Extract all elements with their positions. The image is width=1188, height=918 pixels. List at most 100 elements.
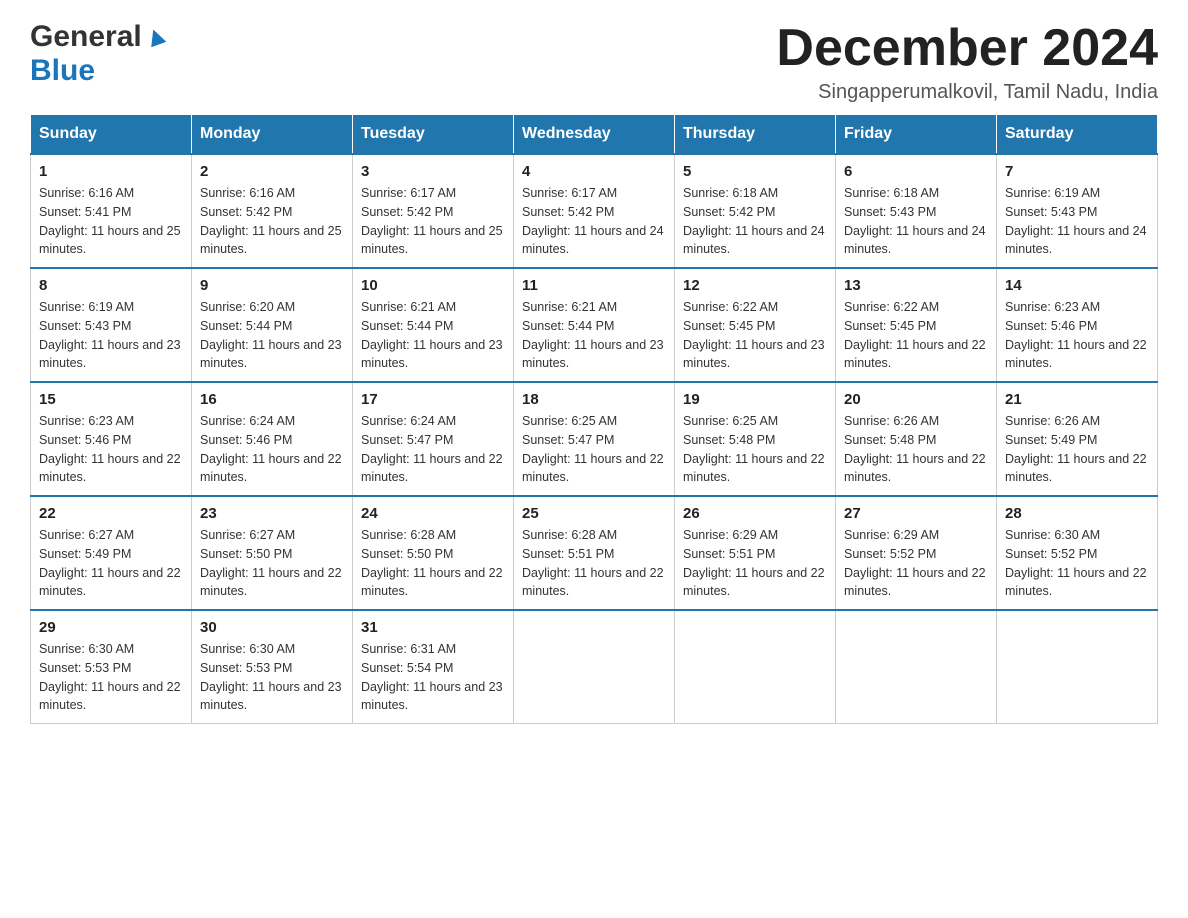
day-info: Sunrise: 6:30 AMSunset: 5:53 PMDaylight:… bbox=[39, 642, 181, 712]
day-number: 16 bbox=[200, 391, 344, 408]
day-cell: 1 Sunrise: 6:16 AMSunset: 5:41 PMDayligh… bbox=[31, 154, 192, 268]
day-number: 8 bbox=[39, 277, 183, 294]
day-cell: 3 Sunrise: 6:17 AMSunset: 5:42 PMDayligh… bbox=[353, 154, 514, 268]
day-cell: 26 Sunrise: 6:29 AMSunset: 5:51 PMDaylig… bbox=[675, 496, 836, 610]
location-subtitle: Singapperumalkovil, Tamil Nadu, India bbox=[776, 81, 1158, 104]
day-number: 22 bbox=[39, 505, 183, 522]
day-number: 19 bbox=[683, 391, 827, 408]
day-cell: 4 Sunrise: 6:17 AMSunset: 5:42 PMDayligh… bbox=[514, 154, 675, 268]
day-info: Sunrise: 6:22 AMSunset: 5:45 PMDaylight:… bbox=[683, 300, 825, 370]
day-number: 1 bbox=[39, 163, 183, 180]
day-info: Sunrise: 6:27 AMSunset: 5:50 PMDaylight:… bbox=[200, 528, 342, 598]
day-number: 21 bbox=[1005, 391, 1149, 408]
day-number: 17 bbox=[361, 391, 505, 408]
day-cell: 24 Sunrise: 6:28 AMSunset: 5:50 PMDaylig… bbox=[353, 496, 514, 610]
day-cell: 25 Sunrise: 6:28 AMSunset: 5:51 PMDaylig… bbox=[514, 496, 675, 610]
day-cell: 18 Sunrise: 6:25 AMSunset: 5:47 PMDaylig… bbox=[514, 382, 675, 496]
week-row-3: 15 Sunrise: 6:23 AMSunset: 5:46 PMDaylig… bbox=[31, 382, 1158, 496]
day-info: Sunrise: 6:23 AMSunset: 5:46 PMDaylight:… bbox=[39, 414, 181, 484]
day-cell bbox=[836, 610, 997, 724]
day-info: Sunrise: 6:30 AMSunset: 5:52 PMDaylight:… bbox=[1005, 528, 1147, 598]
day-cell bbox=[675, 610, 836, 724]
day-number: 31 bbox=[361, 619, 505, 636]
day-cell: 31 Sunrise: 6:31 AMSunset: 5:54 PMDaylig… bbox=[353, 610, 514, 724]
day-info: Sunrise: 6:21 AMSunset: 5:44 PMDaylight:… bbox=[522, 300, 664, 370]
header-sunday: Sunday bbox=[31, 115, 192, 155]
day-cell: 6 Sunrise: 6:18 AMSunset: 5:43 PMDayligh… bbox=[836, 154, 997, 268]
day-cell bbox=[514, 610, 675, 724]
header-wednesday: Wednesday bbox=[514, 115, 675, 155]
title-section: December 2024 Singapperumalkovil, Tamil … bbox=[776, 20, 1158, 104]
day-info: Sunrise: 6:22 AMSunset: 5:45 PMDaylight:… bbox=[844, 300, 986, 370]
day-number: 5 bbox=[683, 163, 827, 180]
day-cell: 27 Sunrise: 6:29 AMSunset: 5:52 PMDaylig… bbox=[836, 496, 997, 610]
day-number: 28 bbox=[1005, 505, 1149, 522]
day-number: 26 bbox=[683, 505, 827, 522]
day-number: 20 bbox=[844, 391, 988, 408]
week-row-5: 29 Sunrise: 6:30 AMSunset: 5:53 PMDaylig… bbox=[31, 610, 1158, 724]
day-info: Sunrise: 6:23 AMSunset: 5:46 PMDaylight:… bbox=[1005, 300, 1147, 370]
week-row-2: 8 Sunrise: 6:19 AMSunset: 5:43 PMDayligh… bbox=[31, 268, 1158, 382]
header-friday: Friday bbox=[836, 115, 997, 155]
day-number: 2 bbox=[200, 163, 344, 180]
day-cell: 30 Sunrise: 6:30 AMSunset: 5:53 PMDaylig… bbox=[192, 610, 353, 724]
day-info: Sunrise: 6:21 AMSunset: 5:44 PMDaylight:… bbox=[361, 300, 503, 370]
day-number: 14 bbox=[1005, 277, 1149, 294]
day-info: Sunrise: 6:26 AMSunset: 5:48 PMDaylight:… bbox=[844, 414, 986, 484]
day-number: 7 bbox=[1005, 163, 1149, 180]
day-cell: 5 Sunrise: 6:18 AMSunset: 5:42 PMDayligh… bbox=[675, 154, 836, 268]
day-cell: 20 Sunrise: 6:26 AMSunset: 5:48 PMDaylig… bbox=[836, 382, 997, 496]
day-info: Sunrise: 6:28 AMSunset: 5:51 PMDaylight:… bbox=[522, 528, 664, 598]
day-number: 27 bbox=[844, 505, 988, 522]
month-year-title: December 2024 bbox=[776, 20, 1158, 77]
day-number: 15 bbox=[39, 391, 183, 408]
day-number: 12 bbox=[683, 277, 827, 294]
day-info: Sunrise: 6:24 AMSunset: 5:46 PMDaylight:… bbox=[200, 414, 342, 484]
logo-general-text: General bbox=[30, 20, 142, 54]
day-number: 10 bbox=[361, 277, 505, 294]
day-info: Sunrise: 6:31 AMSunset: 5:54 PMDaylight:… bbox=[361, 642, 503, 712]
day-cell: 17 Sunrise: 6:24 AMSunset: 5:47 PMDaylig… bbox=[353, 382, 514, 496]
day-info: Sunrise: 6:19 AMSunset: 5:43 PMDaylight:… bbox=[1005, 186, 1147, 256]
logo-triangle-icon bbox=[146, 27, 166, 52]
day-info: Sunrise: 6:29 AMSunset: 5:51 PMDaylight:… bbox=[683, 528, 825, 598]
day-number: 23 bbox=[200, 505, 344, 522]
day-info: Sunrise: 6:18 AMSunset: 5:43 PMDaylight:… bbox=[844, 186, 986, 256]
day-cell: 14 Sunrise: 6:23 AMSunset: 5:46 PMDaylig… bbox=[997, 268, 1158, 382]
day-number: 6 bbox=[844, 163, 988, 180]
day-cell: 2 Sunrise: 6:16 AMSunset: 5:42 PMDayligh… bbox=[192, 154, 353, 268]
day-info: Sunrise: 6:16 AMSunset: 5:41 PMDaylight:… bbox=[39, 186, 181, 256]
day-info: Sunrise: 6:29 AMSunset: 5:52 PMDaylight:… bbox=[844, 528, 986, 598]
header-saturday: Saturday bbox=[997, 115, 1158, 155]
header-tuesday: Tuesday bbox=[353, 115, 514, 155]
day-info: Sunrise: 6:24 AMSunset: 5:47 PMDaylight:… bbox=[361, 414, 503, 484]
logo: General Blue bbox=[30, 20, 166, 88]
day-cell: 28 Sunrise: 6:30 AMSunset: 5:52 PMDaylig… bbox=[997, 496, 1158, 610]
day-info: Sunrise: 6:20 AMSunset: 5:44 PMDaylight:… bbox=[200, 300, 342, 370]
day-cell: 22 Sunrise: 6:27 AMSunset: 5:49 PMDaylig… bbox=[31, 496, 192, 610]
day-number: 30 bbox=[200, 619, 344, 636]
day-info: Sunrise: 6:17 AMSunset: 5:42 PMDaylight:… bbox=[361, 186, 503, 256]
weekday-header-row: Sunday Monday Tuesday Wednesday Thursday… bbox=[31, 115, 1158, 155]
day-info: Sunrise: 6:28 AMSunset: 5:50 PMDaylight:… bbox=[361, 528, 503, 598]
day-cell: 19 Sunrise: 6:25 AMSunset: 5:48 PMDaylig… bbox=[675, 382, 836, 496]
header-thursday: Thursday bbox=[675, 115, 836, 155]
day-info: Sunrise: 6:27 AMSunset: 5:49 PMDaylight:… bbox=[39, 528, 181, 598]
day-number: 9 bbox=[200, 277, 344, 294]
day-number: 25 bbox=[522, 505, 666, 522]
day-cell: 15 Sunrise: 6:23 AMSunset: 5:46 PMDaylig… bbox=[31, 382, 192, 496]
day-number: 13 bbox=[844, 277, 988, 294]
day-info: Sunrise: 6:25 AMSunset: 5:48 PMDaylight:… bbox=[683, 414, 825, 484]
day-number: 4 bbox=[522, 163, 666, 180]
day-info: Sunrise: 6:17 AMSunset: 5:42 PMDaylight:… bbox=[522, 186, 664, 256]
day-number: 11 bbox=[522, 277, 666, 294]
day-info: Sunrise: 6:19 AMSunset: 5:43 PMDaylight:… bbox=[39, 300, 181, 370]
header-monday: Monday bbox=[192, 115, 353, 155]
day-cell: 8 Sunrise: 6:19 AMSunset: 5:43 PMDayligh… bbox=[31, 268, 192, 382]
day-info: Sunrise: 6:18 AMSunset: 5:42 PMDaylight:… bbox=[683, 186, 825, 256]
day-info: Sunrise: 6:16 AMSunset: 5:42 PMDaylight:… bbox=[200, 186, 342, 256]
day-cell: 10 Sunrise: 6:21 AMSunset: 5:44 PMDaylig… bbox=[353, 268, 514, 382]
day-cell: 29 Sunrise: 6:30 AMSunset: 5:53 PMDaylig… bbox=[31, 610, 192, 724]
day-number: 24 bbox=[361, 505, 505, 522]
day-cell bbox=[997, 610, 1158, 724]
